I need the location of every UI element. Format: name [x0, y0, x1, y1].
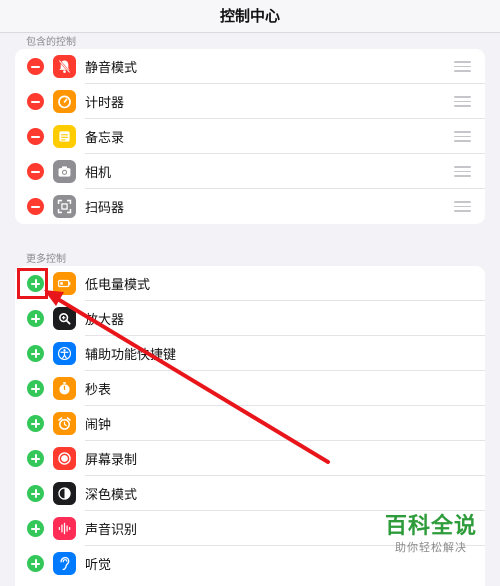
camera-icon: [53, 160, 76, 183]
screen-record-icon: [53, 447, 76, 470]
add-button[interactable]: [27, 450, 44, 467]
more-item-accessibility-shortcut: 辅助功能快捷键: [15, 336, 485, 371]
section-header-included: 包含的控制: [26, 37, 76, 48]
watermark-main: 百科全说: [384, 514, 477, 539]
included-controls-list: 静音模式 计时器 备忘录 相机 扫码器: [15, 49, 485, 224]
item-label: 低电量模式: [85, 278, 151, 293]
remove-button[interactable]: [27, 93, 44, 110]
remove-button[interactable]: [27, 163, 44, 180]
add-button[interactable]: [27, 520, 44, 537]
sound-recognition-icon: [53, 517, 76, 540]
dark-mode-icon: [53, 482, 76, 505]
add-button[interactable]: [27, 415, 44, 432]
reorder-handle-icon[interactable]: [454, 166, 471, 177]
stopwatch-icon: [53, 377, 76, 400]
section-header-more: 更多控制: [26, 254, 66, 265]
reorder-handle-icon[interactable]: [454, 201, 471, 212]
bell-slash-icon: [53, 55, 76, 78]
item-label: 扫码器: [85, 201, 125, 216]
add-button[interactable]: [27, 485, 44, 502]
remove-button[interactable]: [27, 58, 44, 75]
item-label: 听觉: [85, 558, 112, 573]
magnifier-icon: [53, 307, 76, 330]
battery-icon: [53, 272, 76, 295]
watermark-sub: 助你轻松解决: [395, 541, 467, 554]
included-item-timer: 计时器: [15, 84, 485, 119]
hearing-icon: [53, 552, 76, 575]
item-label: 闹钟: [85, 418, 112, 433]
more-item-magnifier: 放大器: [15, 301, 485, 336]
remove-button[interactable]: [27, 128, 44, 145]
timer-icon: [53, 90, 76, 113]
more-item-low-power-mode: 低电量模式: [15, 266, 485, 301]
item-label: 屏幕录制: [85, 453, 138, 468]
item-label: 声音识别: [85, 523, 138, 538]
item-label: 备忘录: [85, 131, 125, 146]
notes-icon: [53, 125, 76, 148]
item-label: 辅助功能快捷键: [85, 348, 177, 363]
add-button[interactable]: [27, 345, 44, 362]
alarm-icon: [53, 412, 76, 435]
add-button[interactable]: [27, 380, 44, 397]
more-item-screen-recording: 屏幕录制: [15, 441, 485, 476]
item-label: 深色模式: [85, 488, 138, 503]
watermark: 百科全说 助你轻松解决: [376, 514, 486, 556]
navigation-bar: 控制中心: [0, 0, 500, 33]
item-label: 秒表: [85, 383, 112, 398]
included-item-code-scanner: 扫码器: [15, 189, 485, 224]
highlight-box: [17, 268, 48, 299]
more-item-dark-mode: 深色模式: [15, 476, 485, 511]
included-item-silent-mode: 静音模式: [15, 49, 485, 84]
more-item-alarm: 闹钟: [15, 406, 485, 441]
remove-button[interactable]: [27, 198, 44, 215]
included-item-notes: 备忘录: [15, 119, 485, 154]
item-label: 静音模式: [85, 61, 138, 76]
add-button[interactable]: [27, 555, 44, 572]
included-item-camera: 相机: [15, 154, 485, 189]
reorder-handle-icon[interactable]: [454, 96, 471, 107]
item-label: 相机: [85, 166, 112, 181]
accessibility-icon: [53, 342, 76, 365]
qr-scan-icon: [53, 195, 76, 218]
more-item-stopwatch: 秒表: [15, 371, 485, 406]
page-title: 控制中心: [219, 7, 280, 25]
reorder-handle-icon[interactable]: [454, 131, 471, 142]
add-button[interactable]: [27, 310, 44, 327]
reorder-handle-icon[interactable]: [454, 61, 471, 72]
item-label: 放大器: [85, 313, 125, 328]
item-label: 计时器: [85, 96, 125, 111]
